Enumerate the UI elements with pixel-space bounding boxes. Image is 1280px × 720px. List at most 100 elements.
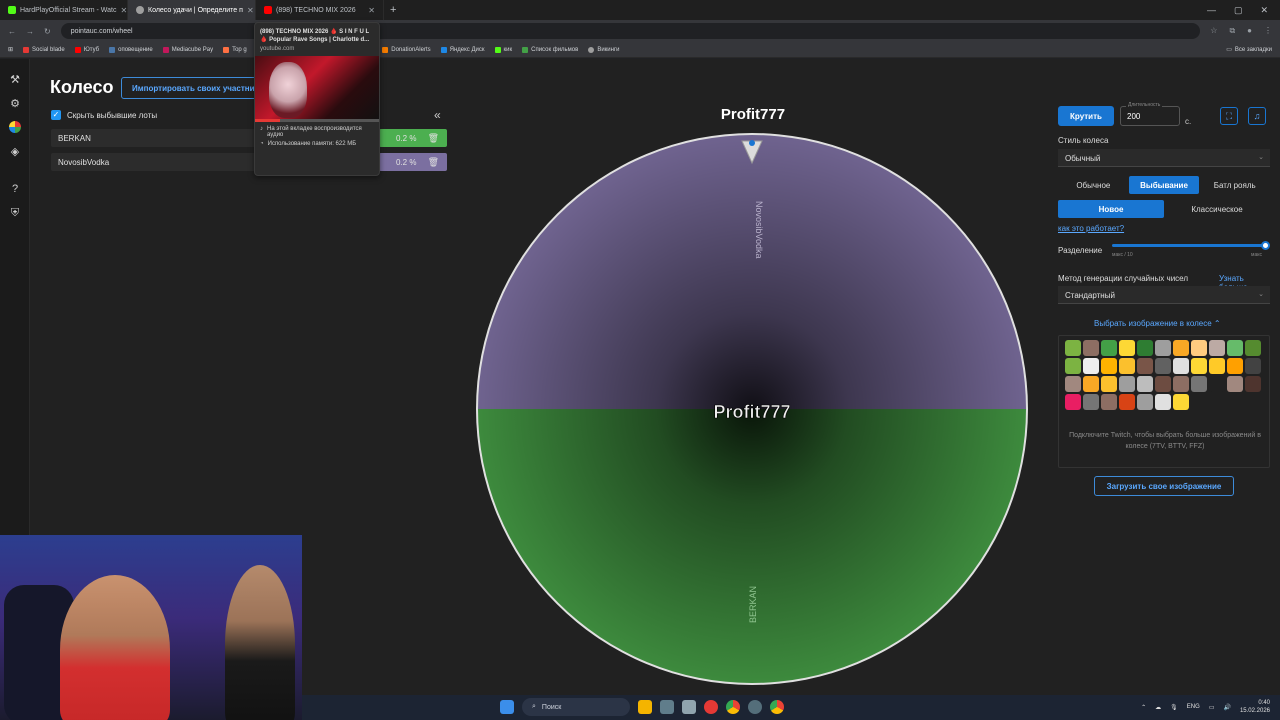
reload-icon[interactable]: ↻: [44, 27, 51, 36]
rng-select[interactable]: Стандартный ⌄: [1058, 286, 1270, 304]
emote[interactable]: [1155, 358, 1171, 374]
emote[interactable]: [1155, 376, 1171, 392]
steam-icon[interactable]: [748, 700, 762, 714]
back-icon[interactable]: ←: [8, 27, 16, 36]
opera-icon[interactable]: [704, 700, 718, 714]
emote[interactable]: [1209, 340, 1225, 356]
taskbar-search[interactable]: ⌕ Поиск: [522, 698, 630, 716]
volume-icon[interactable]: 🔊: [1223, 704, 1230, 711]
emote[interactable]: [1173, 358, 1189, 374]
star-icon[interactable]: ☆: [1210, 26, 1217, 36]
emote[interactable]: [1137, 376, 1153, 392]
hide-eliminated-checkbox[interactable]: ✓ Скрыть выбывшие лоты: [51, 110, 157, 120]
wheel-nav-icon[interactable]: [0, 115, 30, 139]
gear-icon[interactable]: ⚙: [0, 91, 30, 115]
upload-image-button[interactable]: Загрузить свое изображение: [1094, 476, 1234, 496]
emote[interactable]: [1083, 394, 1099, 410]
profile-icon[interactable]: ●: [1247, 26, 1252, 36]
emote[interactable]: [1173, 340, 1189, 356]
emote[interactable]: [1119, 376, 1135, 392]
close-window-icon[interactable]: ✕: [1260, 5, 1268, 16]
gavel-icon[interactable]: ⚒: [0, 67, 30, 91]
bookmark[interactable]: оповещение: [109, 46, 153, 53]
music-icon[interactable]: ♫: [1248, 107, 1266, 125]
bookmark[interactable]: DonationAlerts: [382, 46, 431, 53]
browser-tab[interactable]: (898) TECHNO MIX 2026 ✕: [256, 0, 384, 20]
tab-mode-battle-royale[interactable]: Батл рояль: [1199, 176, 1270, 194]
emote[interactable]: [1227, 358, 1243, 374]
bookmark[interactable]: Social blade: [23, 46, 65, 53]
trash-icon[interactable]: 🗑: [428, 157, 439, 168]
store-icon[interactable]: [682, 700, 696, 714]
emote[interactable]: [1191, 340, 1207, 356]
emote[interactable]: [1245, 376, 1261, 392]
tab-mode-elimination[interactable]: Выбывание: [1128, 176, 1200, 194]
bookmark[interactable]: кик: [494, 46, 512, 53]
chrome-alt-icon[interactable]: [770, 700, 784, 714]
emote[interactable]: [1137, 358, 1153, 374]
emote[interactable]: [1119, 358, 1135, 374]
minimize-icon[interactable]: —: [1207, 5, 1216, 16]
emote[interactable]: [1065, 376, 1081, 392]
chevron-up-icon[interactable]: ⌃: [1141, 704, 1146, 711]
split-slider[interactable]: [1112, 241, 1270, 250]
emote[interactable]: [1137, 394, 1153, 410]
slider-knob[interactable]: [1261, 241, 1270, 250]
browser-tab-active[interactable]: Колесо удачи | Определите п ✕: [128, 0, 256, 20]
tab-submode-new[interactable]: Новое: [1058, 200, 1164, 218]
emote[interactable]: [1245, 358, 1261, 374]
bookmark[interactable]: Ютуб: [74, 46, 99, 53]
lot-row[interactable]: BERKAN 0.2 % 🗑: [51, 129, 447, 147]
style-select[interactable]: Обычный ⌄: [1058, 149, 1270, 167]
trash-icon[interactable]: 🗑: [428, 133, 439, 144]
lot-row[interactable]: NovosibVodka 0.2 % 🗑: [51, 153, 447, 171]
emote[interactable]: [1083, 340, 1099, 356]
emote[interactable]: [1065, 340, 1081, 356]
emote[interactable]: [1173, 394, 1189, 410]
clock[interactable]: 0:40 15.02.2026: [1240, 699, 1270, 715]
emote[interactable]: [1065, 358, 1081, 374]
chrome-icon[interactable]: [726, 700, 740, 714]
bookmark[interactable]: Top g: [223, 46, 247, 53]
emote[interactable]: [1101, 376, 1117, 392]
language-indicator[interactable]: ENG: [1187, 704, 1200, 710]
url-field[interactable]: pointauc.com/wheel: [60, 23, 1201, 39]
shield-icon[interactable]: ⛨: [0, 201, 30, 225]
bookmark[interactable]: Mediacube Pay: [162, 46, 213, 53]
emote[interactable]: [1155, 394, 1171, 410]
duration-input[interactable]: 200: [1120, 106, 1180, 126]
emote[interactable]: [1065, 394, 1081, 410]
maximize-icon[interactable]: ▢: [1234, 5, 1243, 16]
emote[interactable]: [1191, 358, 1207, 374]
bookmark[interactable]: Яндекс Диск: [440, 46, 485, 53]
onedrive-icon[interactable]: ☁: [1155, 704, 1161, 711]
file-explorer-icon[interactable]: [638, 700, 652, 714]
emote[interactable]: [1101, 358, 1117, 374]
emote[interactable]: [1209, 358, 1225, 374]
windows-start-icon[interactable]: [500, 700, 514, 714]
emote[interactable]: [1227, 376, 1243, 392]
close-icon[interactable]: ✕: [368, 6, 375, 15]
emote[interactable]: [1227, 340, 1243, 356]
tab-submode-classic[interactable]: Классическое: [1164, 200, 1270, 218]
emote[interactable]: [1245, 340, 1261, 356]
tab-mode-normal[interactable]: Обычное: [1058, 176, 1129, 194]
display-icon[interactable]: ▭: [1209, 704, 1215, 711]
emote[interactable]: [1119, 394, 1135, 410]
emote[interactable]: [1155, 340, 1171, 356]
fullscreen-icon[interactable]: ⛶: [1220, 107, 1238, 125]
collapse-panel-button[interactable]: «: [434, 108, 441, 122]
bookmark[interactable]: Викинги: [588, 46, 620, 53]
emote[interactable]: [1101, 340, 1117, 356]
spin-button[interactable]: Крутить: [1058, 106, 1114, 126]
emote[interactable]: [1083, 358, 1099, 374]
how-it-works-link[interactable]: как это работает?: [1058, 224, 1124, 233]
emote[interactable]: [1101, 394, 1117, 410]
close-icon[interactable]: ✕: [120, 6, 127, 15]
mic-icon[interactable]: 🎙: [1170, 704, 1178, 711]
calculator-icon[interactable]: [660, 700, 674, 714]
apps-icon[interactable]: ⊞: [8, 46, 13, 53]
image-picker-toggle[interactable]: Выбрать изображение в колесе ⌃: [1094, 319, 1221, 328]
help-icon[interactable]: ?: [0, 177, 30, 201]
browser-tab[interactable]: HardPlayOfficial Stream - Watc ✕: [0, 0, 128, 20]
